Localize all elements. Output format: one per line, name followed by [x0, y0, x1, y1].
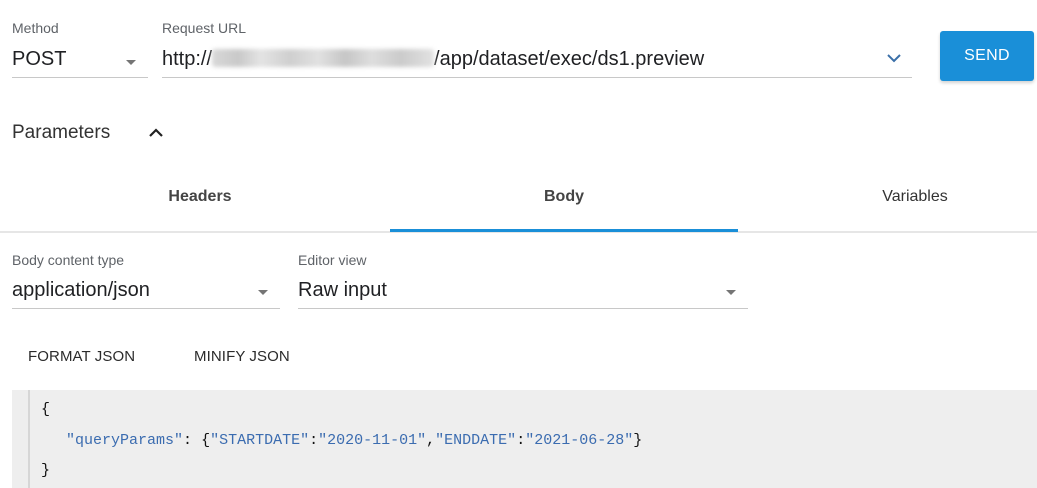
code-obj-open: { — [201, 432, 211, 449]
code-key: "queryParams" — [66, 432, 184, 449]
chevron-down-icon — [258, 290, 268, 295]
url-redacted — [212, 49, 435, 67]
code-comma: , — [426, 432, 436, 449]
active-tab-indicator — [390, 229, 738, 232]
tab-headers[interactable]: Headers — [50, 188, 350, 206]
editor-view-label: Editor view — [298, 252, 367, 268]
method-underline — [12, 77, 148, 78]
content-type-underline — [12, 308, 280, 309]
json-editor[interactable]: { "queryParams": {"STARTDATE":"2020-11-0… — [12, 390, 1037, 488]
content-type-value: application/json — [12, 279, 150, 301]
url-field[interactable]: http:// /app/dataset/exec/ds1.preview — [162, 44, 912, 80]
chevron-down-icon — [726, 290, 736, 295]
url-underline — [162, 77, 912, 78]
code-colon: : — [183, 432, 193, 449]
method-value: POST — [12, 48, 67, 70]
code-key-startdate: "STARTDATE" — [210, 432, 310, 449]
url-prefix: http:// — [162, 48, 213, 70]
code-colon: : — [309, 432, 319, 449]
send-button[interactable]: SEND — [940, 31, 1034, 81]
code-value-enddate: "2021-06-28" — [525, 432, 634, 449]
url-text: http:// /app/dataset/exec/ds1.preview — [162, 48, 704, 71]
code-close-brace: } — [41, 462, 51, 479]
code-line-query-params: "queryParams": {"STARTDATE":"2020-11-01"… — [66, 432, 642, 449]
editor-view-select[interactable]: Raw input — [298, 274, 748, 310]
method-select[interactable]: POST — [12, 44, 148, 80]
code-key-enddate: "ENDDATE" — [435, 432, 517, 449]
content-type-label: Body content type — [12, 252, 125, 268]
parameters-title: Parameters — [12, 122, 111, 143]
editor-gutter — [28, 390, 30, 488]
chevron-down-icon — [126, 60, 136, 65]
code-colon: : — [516, 432, 526, 449]
code-obj-close: } — [633, 432, 643, 449]
code-open-brace: { — [41, 401, 51, 418]
method-label: Method — [12, 20, 59, 36]
parameters-toggle[interactable]: Parameters — [12, 120, 172, 146]
editor-view-value: Raw input — [298, 279, 387, 301]
tab-bar: Headers Body Variables — [0, 170, 1037, 234]
editor-view-underline — [298, 308, 748, 309]
code-value-startdate: "2020-11-01" — [318, 432, 427, 449]
url-history-chevron-icon[interactable] — [886, 51, 902, 69]
url-label: Request URL — [162, 20, 247, 36]
format-json-button[interactable]: FORMAT JSON — [28, 348, 135, 365]
chevron-up-icon — [148, 126, 164, 144]
minify-json-button[interactable]: MINIFY JSON — [194, 348, 290, 365]
tab-body[interactable]: Body — [390, 188, 738, 206]
tab-variables[interactable]: Variables — [800, 188, 1030, 206]
url-suffix: /app/dataset/exec/ds1.preview — [434, 48, 705, 70]
content-type-select[interactable]: application/json — [12, 274, 280, 310]
